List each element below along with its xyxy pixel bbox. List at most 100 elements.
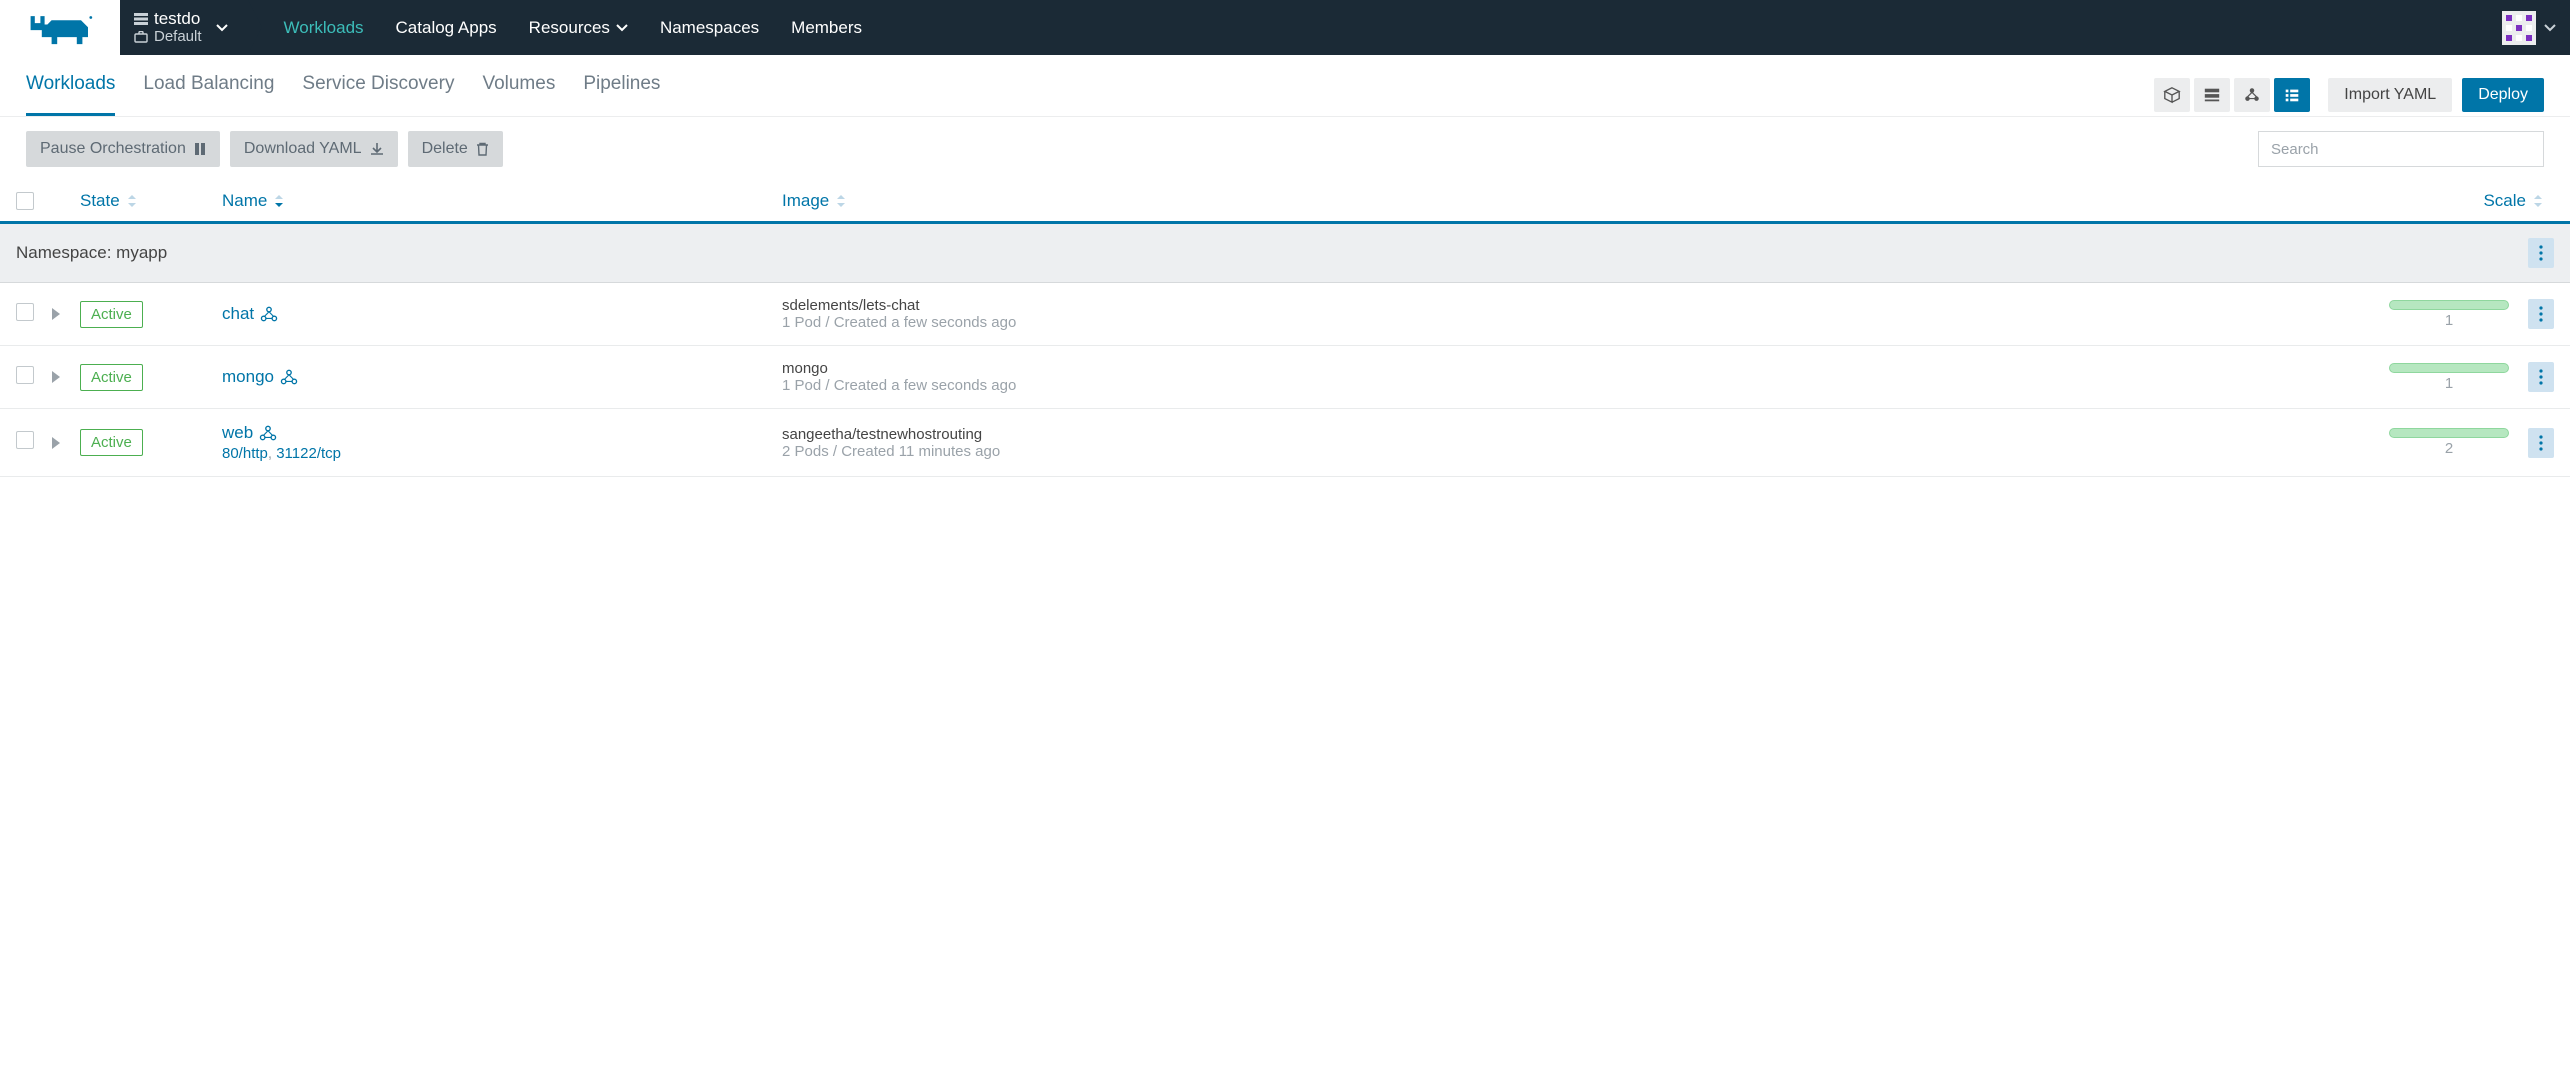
pause-orchestration-button[interactable]: Pause Orchestration [26,131,220,167]
nav-user[interactable] [2488,0,2570,55]
nav-members[interactable]: Members [775,0,878,55]
import-yaml-button[interactable]: Import YAML [2328,78,2452,112]
scale-count: 1 [2445,375,2453,392]
nav-resources[interactable]: Resources [513,0,644,55]
subnav-row: Workloads Load Balancing Service Discove… [0,55,2570,117]
cluster-icon [2243,86,2261,104]
table-row: Active web 80/http, 31122/tcp sangeetha/… [0,409,2570,477]
pause-icon [194,142,206,156]
kebab-icon [2539,435,2543,451]
cluster-name-text: testdo [154,10,200,29]
chevron-down-icon [2544,19,2556,37]
namespace-group-row: Namespace: myapp [0,224,2570,283]
trash-icon [476,142,489,156]
table-row: Active chat sdelements/lets-chat 1 Pod /… [0,283,2570,346]
primary-nav: Workloads Catalog Apps Resources Namespa… [248,0,878,55]
subtab-load-balancing[interactable]: Load Balancing [143,73,274,116]
sort-icon [2532,194,2544,208]
scale-bar [2389,428,2509,438]
image-meta: 1 Pod / Created a few seconds ago [782,314,2384,331]
kebab-icon [2539,245,2543,261]
state-badge: Active [80,301,143,328]
table-header: State Name Image Scale [0,181,2570,224]
expand-toggle[interactable] [50,436,80,450]
expand-toggle[interactable] [50,307,80,321]
cube-icon [2163,86,2181,104]
image-meta: 1 Pod / Created a few seconds ago [782,377,2384,394]
view-mode-cluster[interactable] [2234,78,2270,112]
namespace-label: Namespace: myapp [16,243,167,263]
caret-right-icon [50,370,62,384]
scale-bar [2389,300,2509,310]
download-yaml-button[interactable]: Download YAML [230,131,398,167]
expand-toggle[interactable] [50,370,80,384]
topnav: testdo Default Workloads Catalog Apps Re… [0,0,2570,55]
workload-link[interactable]: web [222,423,782,443]
actions-row: Pause Orchestration Download YAML Delete [0,117,2570,181]
caret-right-icon [50,436,62,450]
row-actions[interactable] [2528,428,2554,458]
state-badge: Active [80,364,143,391]
col-state[interactable]: State [80,191,222,211]
view-mode-list[interactable] [2274,78,2310,112]
logo[interactable] [0,0,120,55]
image-meta: 2 Pods / Created 11 minutes ago [782,443,2384,460]
chevron-down-icon [216,19,228,37]
row-checkbox[interactable] [16,431,34,449]
nav-dark: testdo Default Workloads Catalog Apps Re… [120,0,2570,55]
col-image[interactable]: Image [782,191,2384,211]
workload-link[interactable]: mongo [222,367,782,387]
cluster-icon [280,369,298,385]
subtab-workloads[interactable]: Workloads [26,73,115,116]
image-name: sangeetha/testnewhostrouting [782,426,2384,443]
subtab-pipelines[interactable]: Pipelines [583,73,660,116]
nav-workloads[interactable]: Workloads [268,0,380,55]
briefcase-icon [134,31,148,43]
list-icon [2283,86,2301,104]
delete-button[interactable]: Delete [408,131,503,167]
namespace-actions[interactable] [2528,238,2554,268]
subtab-service-discovery[interactable]: Service Discovery [302,73,454,116]
sort-icon [126,194,138,208]
cluster-picker[interactable]: testdo Default [120,0,248,55]
cluster-icon [259,425,277,441]
avatar [2502,11,2536,45]
view-mode-server[interactable] [2194,78,2230,112]
cluster-icon [260,306,278,322]
image-name: sdelements/lets-chat [782,297,2384,314]
col-scale[interactable]: Scale [2384,191,2544,211]
scale-bar [2389,363,2509,373]
workload-ports[interactable]: 80/http, 31122/tcp [222,445,782,462]
scale-count: 1 [2445,312,2453,329]
view-mode-cube[interactable] [2154,78,2190,112]
row-actions[interactable] [2528,299,2554,329]
server-icon [2203,86,2221,104]
caret-right-icon [50,307,62,321]
search-input[interactable] [2258,131,2544,167]
col-name[interactable]: Name [222,191,782,211]
row-checkbox[interactable] [16,366,34,384]
cluster-scope-text: Default [154,29,202,46]
view-switcher [2154,78,2310,112]
download-icon [370,142,384,156]
scale-count: 2 [2445,440,2453,457]
row-checkbox[interactable] [16,303,34,321]
state-badge: Active [80,429,143,456]
server-icon [134,13,148,25]
image-name: mongo [782,360,2384,377]
deploy-button[interactable]: Deploy [2462,78,2544,112]
table-row: Active mongo mongo 1 Pod / Created a few… [0,346,2570,409]
chevron-down-icon [616,24,628,32]
nav-namespaces[interactable]: Namespaces [644,0,775,55]
kebab-icon [2539,306,2543,322]
nav-catalog-apps[interactable]: Catalog Apps [380,0,513,55]
workload-link[interactable]: chat [222,304,782,324]
select-all[interactable] [16,192,80,210]
search-box [2258,131,2544,167]
select-all-checkbox[interactable] [16,192,34,210]
subtab-volumes[interactable]: Volumes [482,73,555,116]
sort-icon [273,194,285,208]
row-actions[interactable] [2528,362,2554,392]
kebab-icon [2539,369,2543,385]
sort-icon [835,194,847,208]
